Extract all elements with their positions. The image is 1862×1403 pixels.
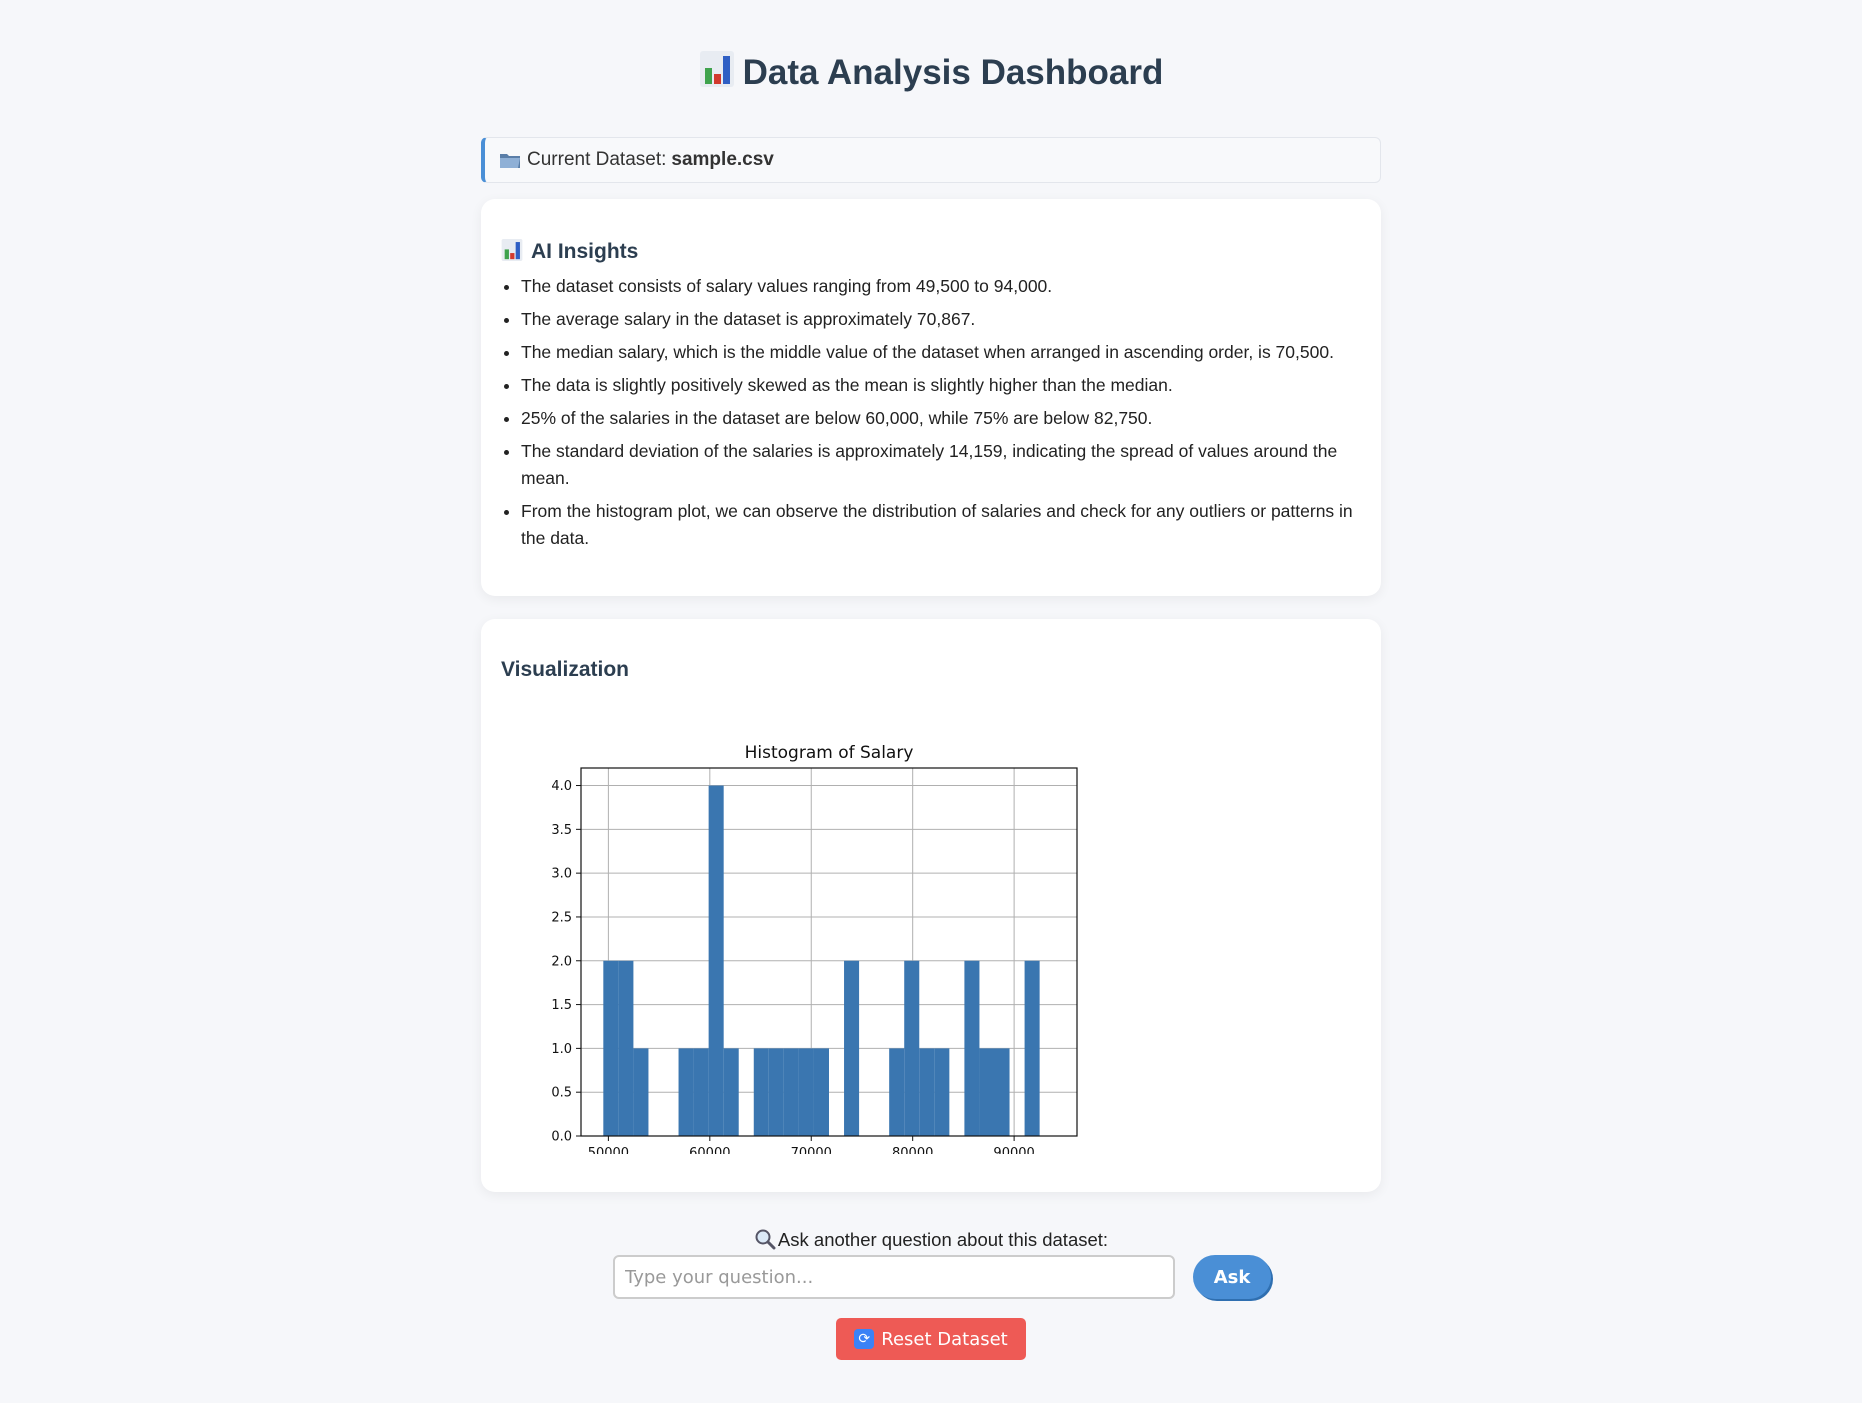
histogram-bar xyxy=(904,960,920,1136)
ai-insights-title: AI Insights xyxy=(501,237,1361,267)
histogram-bar xyxy=(693,1048,709,1136)
list-item: The data is slightly positively skewed a… xyxy=(521,372,1361,399)
histogram-bar xyxy=(934,1048,950,1136)
question-input[interactable] xyxy=(613,1255,1175,1299)
bar-chart-icon xyxy=(699,51,734,87)
histogram-bar xyxy=(964,960,980,1136)
histogram-bar xyxy=(753,1048,769,1136)
y-tick-label: 3.0 xyxy=(551,867,572,882)
page-title: Data Analysis Dashboard xyxy=(481,0,1381,120)
y-tick-label: 2.5 xyxy=(551,910,572,925)
reset-label: Reset Dataset xyxy=(881,1328,1008,1350)
list-item: From the histogram plot, we can observe … xyxy=(521,498,1361,552)
ask-label: Ask another question about this dataset: xyxy=(481,1227,1381,1253)
histogram-bar xyxy=(783,1048,799,1136)
y-tick-label: 0.5 xyxy=(551,1086,572,1101)
visualization-title: Visualization xyxy=(501,658,629,681)
salary-histogram: Histogram of Salary 0.0 0.5 1.0 1.5 2.0 2.5 3.0… xyxy=(551,743,1078,1154)
histogram-bar xyxy=(798,1048,814,1136)
y-tick-label: 1.5 xyxy=(551,998,572,1013)
histogram-bar xyxy=(618,960,634,1136)
list-item: 25% of the salaries in the dataset are b… xyxy=(521,405,1361,432)
ai-insights-card: AI Insights The dataset consists of sala… xyxy=(481,199,1381,596)
list-item: The median salary, which is the middle v… xyxy=(521,339,1361,366)
page-title-text: Data Analysis Dashboard xyxy=(742,53,1164,92)
list-item: The standard deviation of the salaries i… xyxy=(521,438,1361,492)
x-tick-label: 80000 xyxy=(892,1146,933,1154)
dashboard: Data Analysis Dashboard Current Dataset:… xyxy=(481,0,1381,1360)
magnifier-icon xyxy=(754,1228,776,1250)
x-tick-label: 50000 xyxy=(588,1146,629,1154)
histogram-bar xyxy=(678,1048,694,1136)
histogram-bar xyxy=(1024,960,1040,1136)
reset-dataset-button[interactable]: ⟳ Reset Dataset xyxy=(836,1318,1026,1360)
dataset-label: Current Dataset: xyxy=(527,149,667,170)
histogram-bar xyxy=(994,1048,1010,1136)
histogram-bar xyxy=(979,1048,995,1136)
histogram-bar xyxy=(919,1048,935,1136)
x-tick-label: 60000 xyxy=(689,1146,730,1154)
histogram-bar xyxy=(723,1048,739,1136)
histogram-bar xyxy=(708,785,724,1136)
bar-chart-icon xyxy=(501,239,523,261)
insights-list: The dataset consists of salary values ra… xyxy=(501,273,1361,552)
y-tick-label: 1.0 xyxy=(551,1042,572,1057)
x-tick-label: 90000 xyxy=(993,1146,1034,1154)
visualization-card: Visualization Histogram of Salary 0.0 0.5 1… xyxy=(481,619,1381,1192)
chart-title: Histogram of Salary xyxy=(745,743,914,763)
x-tick-label: 70000 xyxy=(791,1146,832,1154)
folder-icon xyxy=(499,151,521,169)
list-item: The dataset consists of salary values ra… xyxy=(521,273,1361,300)
ask-row: Ask xyxy=(503,1255,1381,1299)
dataset-filename: sample.csv xyxy=(671,149,774,170)
ask-label-text: Ask another question about this dataset: xyxy=(777,1229,1109,1250)
histogram-bar xyxy=(813,1048,829,1136)
refresh-icon: ⟳ xyxy=(854,1329,875,1349)
y-tick-label: 4.0 xyxy=(551,779,572,794)
ask-section: Ask another question about this dataset:… xyxy=(481,1227,1381,1360)
histogram-bar xyxy=(633,1048,649,1136)
ask-button[interactable]: Ask xyxy=(1193,1255,1271,1299)
y-tick-label: 3.5 xyxy=(551,823,572,838)
histogram-bar xyxy=(603,960,619,1136)
ai-insights-title-text: AI Insights xyxy=(531,240,639,263)
histogram-bar xyxy=(844,960,860,1136)
list-item: The average salary in the dataset is app… xyxy=(521,306,1361,333)
current-dataset-bar: Current Dataset: sample.csv xyxy=(481,137,1381,183)
histogram-bar xyxy=(889,1048,905,1136)
histogram-bar xyxy=(768,1048,784,1136)
y-tick-label: 2.0 xyxy=(551,954,572,969)
y-tick-label: 0.0 xyxy=(551,1130,572,1145)
